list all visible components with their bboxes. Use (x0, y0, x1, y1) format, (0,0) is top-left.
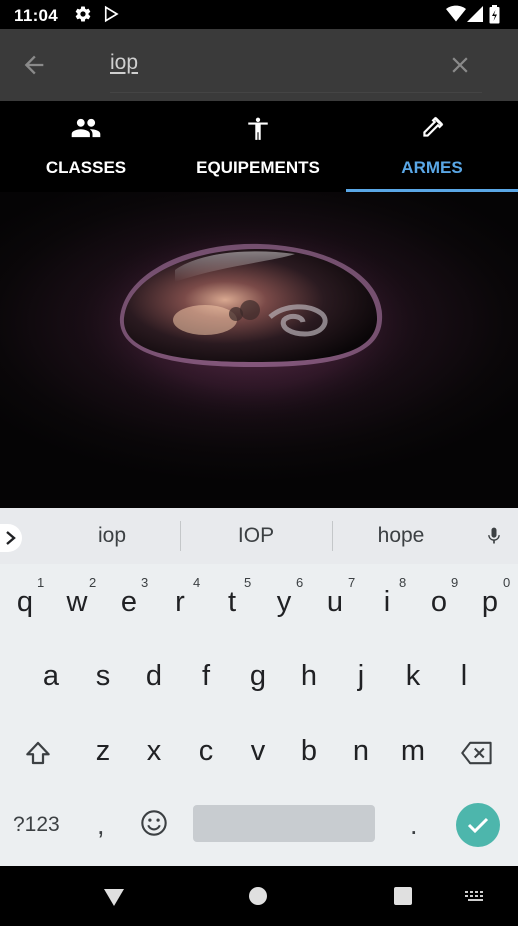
tab-classes-label: CLASSES (45, 158, 127, 177)
key-f[interactable]: f (184, 660, 228, 693)
close-icon[interactable] (447, 52, 473, 78)
key-q[interactable]: q (3, 586, 47, 619)
key-hint: 4 (193, 575, 201, 590)
backspace-icon[interactable] (460, 739, 494, 772)
key-n[interactable]: n (339, 735, 383, 768)
nav-home-icon[interactable] (248, 886, 268, 911)
symbols-key[interactable]: ?123 (13, 813, 60, 837)
microphone-icon[interactable] (484, 524, 504, 553)
key-b[interactable]: b (287, 735, 331, 768)
suggestion-3[interactable]: hope (341, 524, 461, 548)
suggestion-divider (332, 521, 333, 551)
suggestion-2[interactable]: IOP (196, 524, 316, 548)
key-hint: 9 (451, 575, 459, 590)
signal-icon (467, 5, 483, 28)
key-d[interactable]: d (132, 660, 176, 693)
search-input[interactable]: iop (110, 51, 138, 75)
arrow-back-icon[interactable] (20, 51, 48, 79)
key-j[interactable]: j (339, 660, 383, 693)
key-hint: 6 (296, 575, 304, 590)
key-comma[interactable]: , (97, 810, 105, 841)
status-time: 11:04 (14, 6, 59, 25)
suggestion-1[interactable]: iop (52, 524, 172, 548)
wifi-icon (446, 5, 466, 28)
battery-icon (489, 5, 500, 29)
key-hint: 0 (503, 575, 511, 590)
status-bar: 11:04 (0, 0, 518, 29)
suggestion-divider (180, 521, 181, 551)
space-bar[interactable] (193, 805, 375, 842)
emoji-icon[interactable] (140, 809, 168, 842)
key-h[interactable]: h (287, 660, 331, 693)
key-hint: 1 (37, 575, 45, 590)
search-bar: iop (0, 29, 518, 101)
keyboard-switch-icon[interactable] (465, 890, 487, 908)
nav-recents-icon[interactable] (393, 886, 413, 911)
key-c[interactable]: c (184, 735, 228, 768)
people-icon (70, 115, 102, 146)
eyedropper-icon (419, 115, 445, 146)
chevron-right-icon[interactable] (0, 524, 22, 552)
key-period[interactable]: . (410, 810, 418, 841)
key-hint: 8 (399, 575, 407, 590)
content-area (0, 192, 518, 508)
key-m[interactable]: m (391, 735, 435, 768)
search-input-underline (110, 92, 482, 93)
key-l[interactable]: l (442, 660, 486, 693)
person-accessibility-icon (245, 115, 271, 148)
key-u[interactable]: u (313, 586, 357, 619)
tab-armes[interactable]: ARMES (346, 101, 518, 192)
tab-classes[interactable]: CLASSES (0, 101, 172, 192)
key-v[interactable]: v (236, 735, 280, 768)
dofus-egg-image (60, 212, 440, 432)
key-w[interactable]: w (55, 586, 99, 619)
key-i[interactable]: i (365, 586, 409, 619)
soft-keyboard: iop IOP hope q w e r t y u i o p 1 2 3 4… (0, 508, 518, 866)
key-e[interactable]: e (107, 586, 151, 619)
tab-armes-label: ARMES (401, 158, 463, 177)
key-o[interactable]: o (417, 586, 461, 619)
key-y[interactable]: y (262, 586, 306, 619)
key-a[interactable]: a (29, 660, 73, 693)
enter-button[interactable] (456, 803, 500, 847)
navigation-bar (0, 866, 518, 926)
shift-icon[interactable] (22, 738, 54, 773)
nav-back-icon[interactable] (102, 887, 126, 912)
key-k[interactable]: k (391, 660, 435, 693)
key-x[interactable]: x (132, 735, 176, 768)
play-store-icon (102, 5, 120, 28)
key-s[interactable]: s (81, 660, 125, 693)
tab-equipements[interactable]: EQUIPEMENTS (172, 101, 344, 192)
key-g[interactable]: g (236, 660, 280, 693)
tab-equipements-label: EQUIPEMENTS (196, 158, 320, 177)
key-t[interactable]: t (210, 586, 254, 619)
key-z[interactable]: z (81, 735, 125, 768)
tab-bar: CLASSES EQUIPEMENTS ARMES (0, 101, 518, 192)
settings-gear-icon (74, 5, 92, 28)
key-hint: 5 (244, 575, 252, 590)
key-hint: 2 (89, 575, 97, 590)
check-icon (467, 817, 489, 834)
key-r[interactable]: r (158, 586, 202, 619)
suggestion-strip: iop IOP hope (0, 508, 518, 564)
key-hint: 3 (141, 575, 149, 590)
key-hint: 7 (348, 575, 356, 590)
key-p[interactable]: p (468, 586, 512, 619)
